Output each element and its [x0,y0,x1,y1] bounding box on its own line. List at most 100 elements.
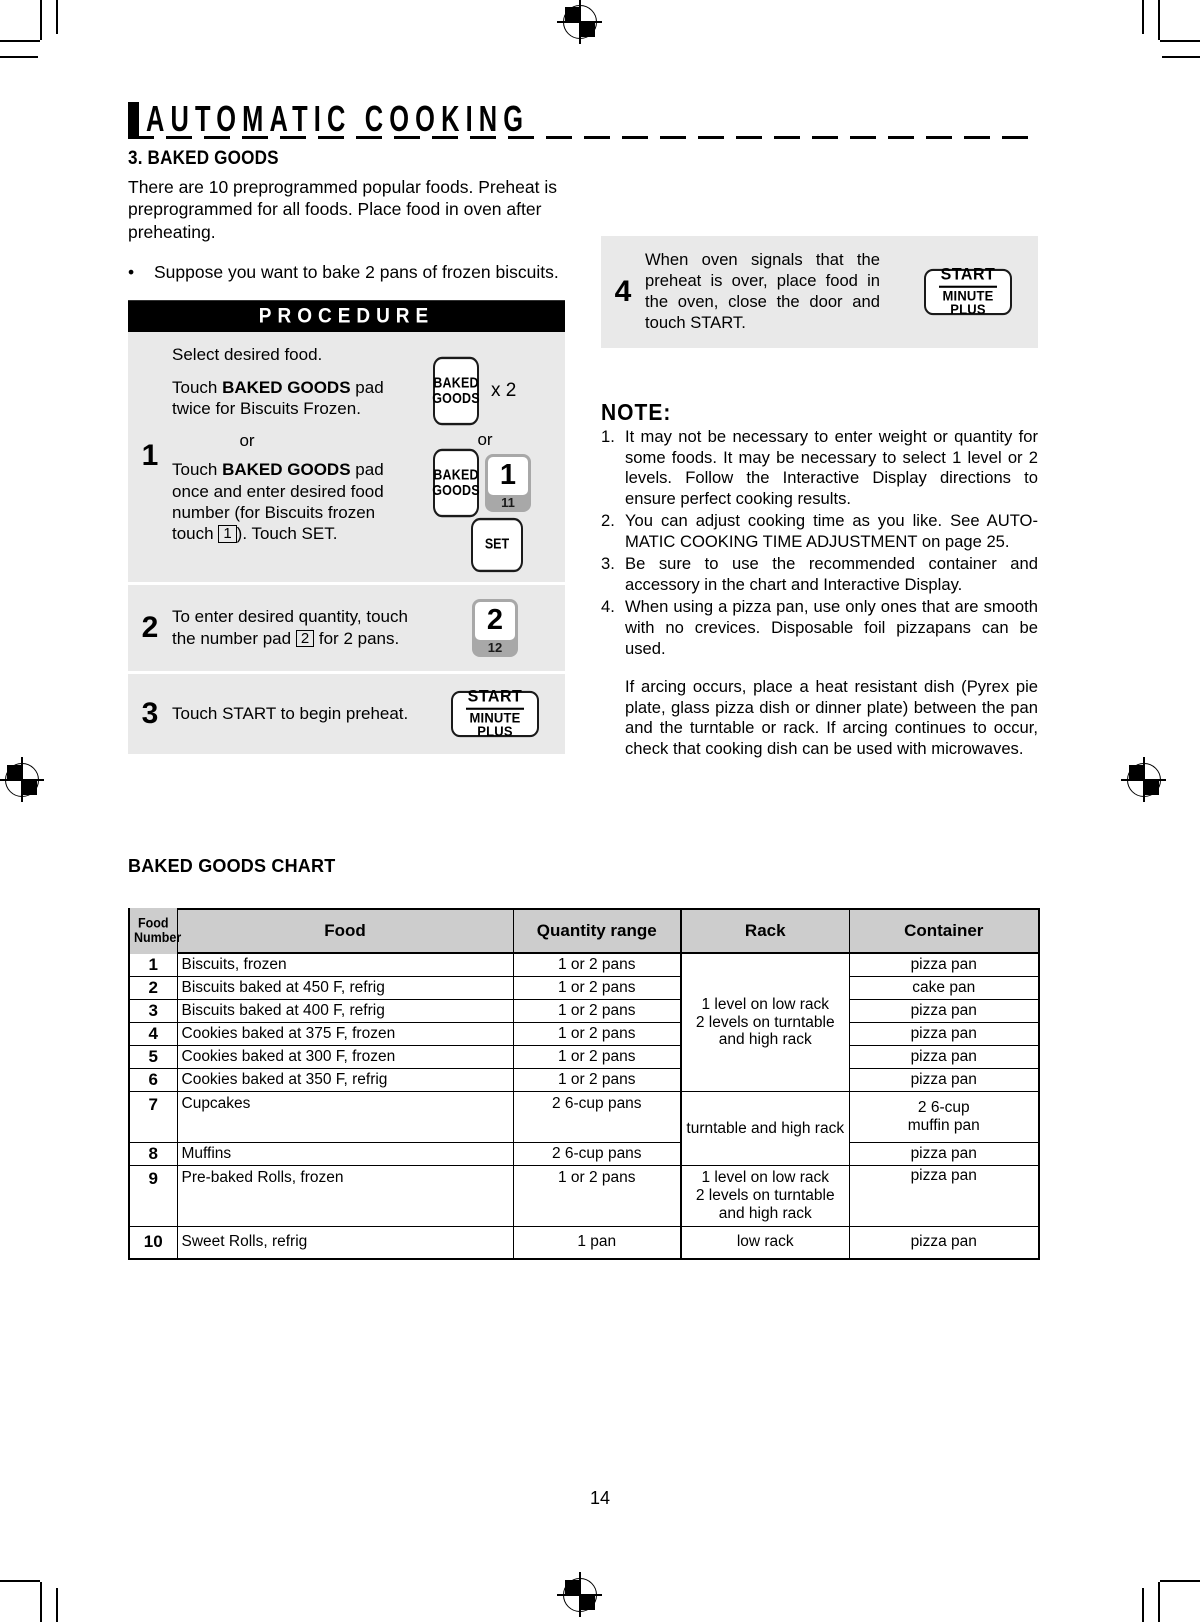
chart-header-food-number-line1: Food [137,915,169,931]
step-2-key-graphics: 2 12 [425,598,565,657]
row-9-quantity: 1 or 2 pans [512,1165,682,1227]
row-8-container: pizza pan [848,1142,1040,1166]
bullet-text: Suppose you want to bake 2 pans of froze… [154,262,559,283]
row-4-container: pizza pan [848,1022,1040,1046]
crop-mark-top-left-inner-h [0,56,38,58]
procedure-step-4: 4 When oven signals that the preheat is … [601,236,1038,348]
note-item-4-number: 4. [601,596,615,616]
crop-mark-top-left-inner [56,0,58,34]
step-2-boxed-number: 2 [295,629,315,648]
baked-goods-key[interactable]: BAKED GOODS [432,356,480,425]
row-6-food: Cookies baked at 350 F, refrig [176,1068,514,1092]
row-5-container: pizza pan [848,1045,1040,1069]
row-10-food: Sweet Rolls, refrig [176,1226,514,1259]
chart-body: 1 Biscuits, frozen 1 or 2 pans 1 level o… [128,952,1040,1259]
row-8-quantity: 2 6-cup pans [512,1142,682,1166]
row-6-quantity: 1 or 2 pans [512,1068,682,1092]
note-item-4: 4. When using a pizza pan, use only ones… [601,597,1038,660]
step-2-post: for 2 pans. [314,628,400,648]
chart-header-rack: Rack [680,908,850,954]
number-key-2[interactable]: 2 12 [472,598,518,657]
baked-goods-key-line1: BAKED [433,373,479,391]
step-2-text: To enter desired quantity, touch the num… [172,606,425,649]
crop-mark-bottom-right-vertical [1158,1582,1160,1622]
step-1-option-a: Touch BAKED GOODS pad twice for Biscuits… [172,377,419,420]
registration-mark-top [557,0,602,44]
table-row: 8 Muffins 2 6-cup pans pizza pan [128,1142,1040,1166]
note-block: NOTE: 1. It may not be necessary to ente… [601,400,1038,761]
chart-title: BAKED GOODS CHART [128,856,336,876]
table-row: 5 Cookies baked at 300 F, frozen 1 or 2 … [128,1045,1040,1069]
rack-group-3: 1 level on low rack 2 levels on turntabl… [680,1165,850,1227]
start-key-bottom-label-4: MINUTE PLUS [942,287,994,318]
note-item-3-text: Be sure to use the recommended container… [625,554,1038,594]
bullet-item: • Suppose you want to bake 2 pans of fro… [128,261,565,283]
start-minute-plus-key-step4[interactable]: START MINUTE PLUS [924,266,1012,318]
number-key-1-sub: 11 [501,494,515,510]
row-6-container: pizza pan [848,1068,1040,1092]
rack-group-4: low rack [680,1226,850,1259]
set-key[interactable]: SET [471,517,523,572]
note-extra-paragraph: If arcing occurs, place a heat resistant… [625,676,1038,759]
number-key-1[interactable]: 1 11 [485,453,531,512]
row-3-number: 3 [128,999,178,1023]
step-1-intro-line: Select desired food. [172,344,323,364]
step-1b-post-2: ). Touch SET. [236,524,338,544]
step-3-key-graphics: START MINUTE PLUS [425,687,565,739]
row-6-number: 6 [128,1068,178,1092]
procedure-block: PROCEDURE 1 Select desired food. Touch B… [128,299,565,754]
row-7-quantity: 2 6-cup pans [512,1091,682,1143]
chart-header-food-number: Food Number [128,906,182,957]
step-1b-boxed-number: 1 [218,525,237,544]
table-row: 7 Cupcakes 2 6-cup pans turntable and hi… [128,1091,1040,1166]
row-9-container: pizza pan [848,1165,1040,1227]
note-item-3-number: 3. [601,554,615,574]
row-10-container: pizza pan [848,1226,1040,1259]
note-item-3: 3. Be sure to use the recommended contai… [601,554,1038,596]
step-2-number: 2 [141,610,159,644]
crop-mark-bottom-left-inner [56,1588,58,1622]
row-5-food: Cookies baked at 300 F, frozen [176,1045,514,1069]
note-title: NOTE: [601,399,672,425]
row-1-container: pizza pan [848,952,1040,977]
crop-mark-top-right-horizontal [1160,40,1200,42]
table-row: 4 Cookies baked at 375 F, frozen 1 or 2 … [128,1022,1040,1046]
row-9-food: Pre-baked Rolls, frozen [176,1165,514,1227]
page-number: 14 [589,1488,611,1508]
chart-header-food-number-line2: Number [134,929,182,946]
row-2-number: 2 [128,976,178,1000]
crop-mark-bottom-left-vertical [40,1582,42,1622]
start-key-top-label-4: START [938,266,998,288]
step-1-option-b: Touch BAKED GOODS pad once and enter des… [172,459,419,545]
table-row: 6 Cookies baked at 350 F, refrig 1 or 2 … [128,1068,1040,1092]
note-item-1: 1. It may not be necessary to enter weig… [601,427,1038,511]
row-2-quantity: 1 or 2 pans [512,976,682,1000]
left-column: 3. BAKED GOODS There are 10 preprogramme… [128,148,565,754]
row-3-container: pizza pan [848,999,1040,1023]
registration-mark-right [1121,757,1166,802]
right-column: 4 When oven signals that the preheat is … [601,148,1038,760]
crop-mark-top-right-vertical [1158,0,1160,40]
chart-header-row: Food Number Food Quantity range Rack Con… [128,906,1040,957]
row-3-food: Biscuits baked at 400 F, refrig [176,999,514,1023]
crop-mark-bottom-left-horizontal [0,1580,40,1582]
row-2-container: cake pan [848,976,1040,1000]
note-list: 1. It may not be necessary to enter weig… [601,427,1038,660]
page-banner: AUTOMATIC COOKING [128,96,1038,142]
row-7-container: 2 6-cup muffin pan [848,1091,1040,1143]
row-2-food: Biscuits baked at 450 F, refrig [176,976,514,1000]
step-1-keys-or-label: or [477,429,493,449]
step-1-key-graphics: BAKED GOODS x 2 or BAKED GOODS 1 11 SET [425,344,565,572]
step-1a-pre: Touch [172,377,223,397]
baked-goods-key-alt[interactable]: BAKED GOODS [432,448,480,517]
table-row: 1 Biscuits, frozen 1 or 2 pans 1 level o… [128,952,1040,1092]
baked-goods-key-line2: GOODS [432,389,480,406]
start-minute-plus-key[interactable]: START MINUTE PLUS [451,687,539,739]
row-4-quantity: 1 or 2 pans [512,1022,682,1046]
row-5-number: 5 [128,1045,178,1069]
note-item-4-text: When using a pizza pan, use only ones th… [625,596,1038,658]
baked-goods-key-alt-line2: GOODS [432,481,480,498]
row-7-number: 7 [128,1091,178,1143]
row-1-quantity: 1 or 2 pans [512,952,682,977]
crop-mark-bottom-right-horizontal [1160,1580,1200,1582]
